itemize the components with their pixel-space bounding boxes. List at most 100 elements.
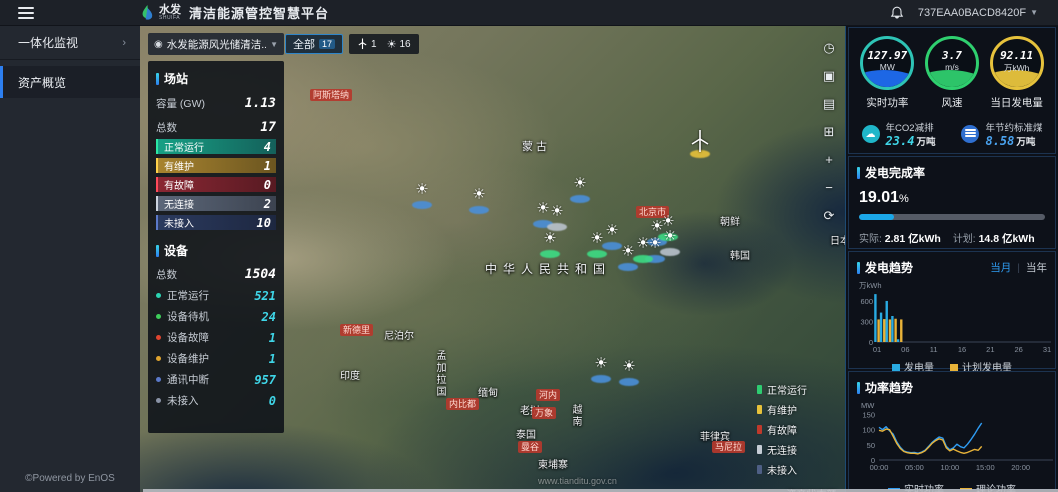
filter-all-chip[interactable]: 全部 17	[285, 34, 343, 54]
grid-icon[interactable]: ⊞	[821, 124, 837, 140]
wind-station-marker[interactable]	[687, 132, 713, 158]
left-sidebar: 一体化监视 › 资产概览 ©Powered by EnOS	[0, 26, 140, 492]
status-dot	[156, 335, 161, 340]
solar-station-marker[interactable]: ☀	[616, 360, 642, 386]
solar-station-marker[interactable]: ☀	[544, 205, 570, 231]
chevron-down-icon: ▼	[1030, 8, 1038, 17]
boundary-icon[interactable]: ▤	[821, 96, 837, 112]
sidebar-item-asset-overview[interactable]: 资产概览	[0, 66, 140, 98]
device-id-text: 737EAA0BACD8420F	[918, 7, 1026, 19]
map-place-label: 泰国	[516, 426, 536, 441]
sun-icon: ☀	[616, 358, 642, 376]
brand: 水发 SHUIFA 清洁能源管控智慧平台	[140, 3, 329, 22]
legend-color-swatch	[757, 425, 762, 434]
marker-base	[412, 201, 432, 209]
sun-icon: ☀	[588, 355, 614, 373]
reset-icon[interactable]: ⟳	[821, 208, 837, 224]
gen-trend-title: 发电趋势	[865, 259, 913, 276]
gauge-label: 实时功率	[855, 95, 919, 110]
svg-text:31: 31	[1043, 345, 1051, 354]
org-selector-dropdown[interactable]: ◉ 水发能源风光储清洁... ▼	[148, 33, 284, 55]
legend-label: 有故障	[767, 422, 797, 437]
generation-trend-section: 发电趋势 当月 | 当年 万kWh030060001061116212631 发…	[848, 251, 1056, 369]
filter-wind[interactable]: 1	[357, 38, 377, 50]
sun-icon: ☀	[537, 230, 563, 248]
device-label: 未接入	[167, 393, 269, 408]
gauge: 92.11万kWh当日发电量	[985, 36, 1049, 110]
map-place-label: 朝鲜	[720, 213, 740, 228]
sun-icon: ☀	[567, 175, 593, 193]
history-icon[interactable]: ◷	[821, 40, 837, 56]
zoom-out-icon[interactable]: −	[821, 180, 837, 196]
map-filter-bar: 全部 17 1 ☀ 16	[285, 34, 419, 54]
legend-item: 未接入	[757, 462, 845, 477]
station-status-row: 无连接2	[156, 196, 276, 211]
station-capacity-row: 容量 (GW) 1.13	[156, 96, 276, 111]
sidebar-group-label: 一体化监视	[18, 34, 78, 51]
gauge-value: 92.11	[993, 49, 1041, 62]
status-label: 无连接	[164, 196, 194, 211]
device-value: 1	[269, 331, 276, 345]
solar-station-marker[interactable]: ☀	[588, 357, 614, 383]
brand-text: 水发 SHUIFA	[159, 5, 181, 21]
wind-turbine-icon	[357, 38, 368, 50]
marker-base	[660, 248, 680, 256]
solar-station-marker[interactable]: ☀	[615, 245, 641, 271]
svg-text:16: 16	[958, 345, 966, 354]
marker-base	[540, 250, 560, 258]
map-capital-label: 阿斯塔纳	[310, 89, 352, 101]
satellite-map[interactable]: 阿斯塔纳蒙古北京市朝鲜韩国日本中华人民共和国新德里尼泊尔印度孟加拉国缅甸内比都河…	[140, 26, 845, 492]
power-trend-title: 功率趋势	[865, 379, 913, 396]
notification-bell-icon[interactable]	[890, 6, 904, 20]
solar-station-marker[interactable]: ☀	[657, 230, 683, 256]
map-place-label: 印度	[340, 367, 360, 382]
svg-text:100: 100	[862, 426, 875, 435]
map-place-label: 老挝	[520, 402, 540, 417]
status-dot	[156, 293, 161, 298]
generation-completion-section: 发电完成率 19.01% 实际:2.81 亿kWh 计划:14.8 亿kWh	[848, 156, 1056, 249]
wind-turbine-icon	[687, 128, 713, 154]
sun-icon: ☀	[657, 228, 683, 246]
map-place-label: 韩国	[730, 247, 750, 262]
account-dropdown[interactable]: 737EAA0BACD8420F ▼	[918, 7, 1038, 19]
status-value: 10	[257, 216, 271, 230]
svg-text:10:00: 10:00	[940, 463, 959, 472]
filter-kind-chip: 1 ☀ 16	[349, 34, 419, 54]
sidebar-item-label: 资产概览	[18, 74, 66, 91]
tab-current-year[interactable]: 当年	[1026, 260, 1047, 275]
device-section-title: 设备	[156, 242, 276, 259]
filter-solar[interactable]: ☀ 16	[387, 38, 411, 51]
svg-text:50: 50	[867, 441, 875, 450]
fit-extent-icon[interactable]: ▣	[821, 68, 837, 84]
cloud-icon: ☁	[862, 125, 880, 143]
solar-station-marker[interactable]: ☀	[466, 188, 492, 214]
zoom-in-icon[interactable]: +	[821, 152, 837, 168]
status-label: 未接入	[164, 215, 194, 230]
solar-station-marker[interactable]: ☀	[567, 177, 593, 203]
device-row: 未接入0	[156, 393, 276, 408]
gauge: 3.7m/s风速	[920, 36, 984, 110]
marker-base	[469, 206, 489, 214]
map-place-label: 蒙古	[522, 138, 550, 154]
svg-text:05:00: 05:00	[905, 463, 924, 472]
solar-station-marker[interactable]: ☀	[537, 232, 563, 258]
sun-icon: ☀	[409, 181, 435, 199]
hamburger-menu-icon[interactable]	[18, 4, 34, 22]
filter-all-label: 全部	[293, 36, 315, 52]
org-selector-text: 水发能源风光储清洁...	[167, 37, 266, 52]
map-place-label: 缅甸	[478, 384, 498, 399]
legend-color-swatch	[757, 405, 762, 414]
sidebar-group-monitoring[interactable]: 一体化监视 ›	[0, 26, 140, 60]
tab-current-month[interactable]: 当月	[990, 260, 1011, 275]
legend-label: 无连接	[767, 442, 797, 457]
device-row: 设备待机24	[156, 309, 276, 324]
svg-text:06: 06	[901, 345, 909, 354]
solar-station-marker[interactable]: ☀	[409, 183, 435, 209]
filter-solar-count: 16	[399, 39, 410, 50]
legend-color-swatch	[757, 465, 762, 474]
status-value: 4	[264, 140, 271, 154]
legend-label: 未接入	[767, 462, 797, 477]
gauge: 127.97MW实时功率	[855, 36, 919, 110]
sun-icon: ☀	[387, 38, 397, 51]
device-value: 0	[269, 394, 276, 408]
